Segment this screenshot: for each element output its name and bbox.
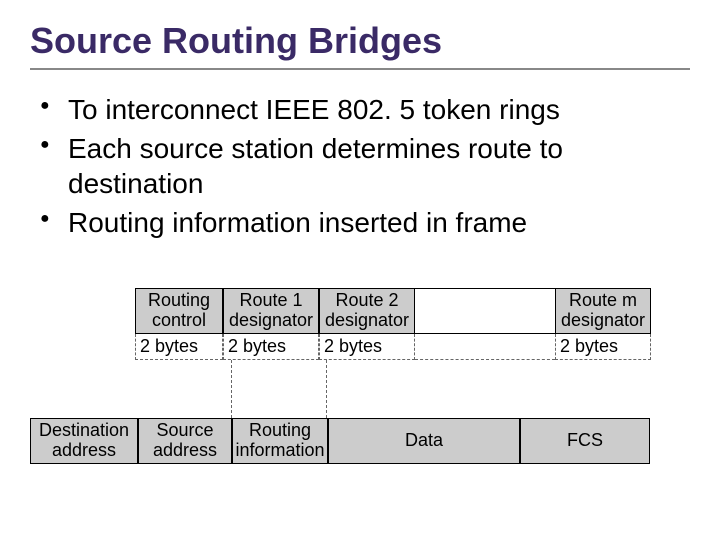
size-label: 2 bytes — [135, 334, 223, 360]
fcs-cell: FCS — [520, 418, 650, 464]
routing-info-row: Routing control Route 1 designator Route… — [135, 288, 651, 334]
routing-information-cell: Routing information — [232, 418, 328, 464]
bullet-item: Routing information inserted in frame — [40, 205, 690, 240]
route-designator-cell: Route 2 designator — [319, 288, 415, 334]
source-address-cell: Source address — [138, 418, 232, 464]
connector-line — [326, 360, 327, 418]
bullet-item: Each source station determines route to … — [40, 131, 690, 201]
size-label: 2 bytes — [223, 334, 319, 360]
connector-line — [231, 360, 232, 418]
data-cell: Data — [328, 418, 520, 464]
size-gap — [415, 334, 555, 360]
routing-control-cell: Routing control — [135, 288, 223, 334]
route-designator-cell: Route m designator — [555, 288, 651, 334]
size-label: 2 bytes — [319, 334, 415, 360]
title-underline — [30, 68, 690, 70]
frame-row: Destination address Source address Routi… — [30, 418, 650, 464]
slide: Source Routing Bridges To interconnect I… — [0, 0, 720, 540]
size-row: 2 bytes 2 bytes 2 bytes 2 bytes — [135, 334, 651, 360]
bullet-list: To interconnect IEEE 802. 5 token rings … — [30, 92, 690, 240]
route-designator-cell: Route 1 designator — [223, 288, 319, 334]
route-gap — [415, 288, 555, 334]
slide-title: Source Routing Bridges — [30, 20, 690, 62]
destination-address-cell: Destination address — [30, 418, 138, 464]
size-label: 2 bytes — [555, 334, 651, 360]
bullet-item: To interconnect IEEE 802. 5 token rings — [40, 92, 690, 127]
